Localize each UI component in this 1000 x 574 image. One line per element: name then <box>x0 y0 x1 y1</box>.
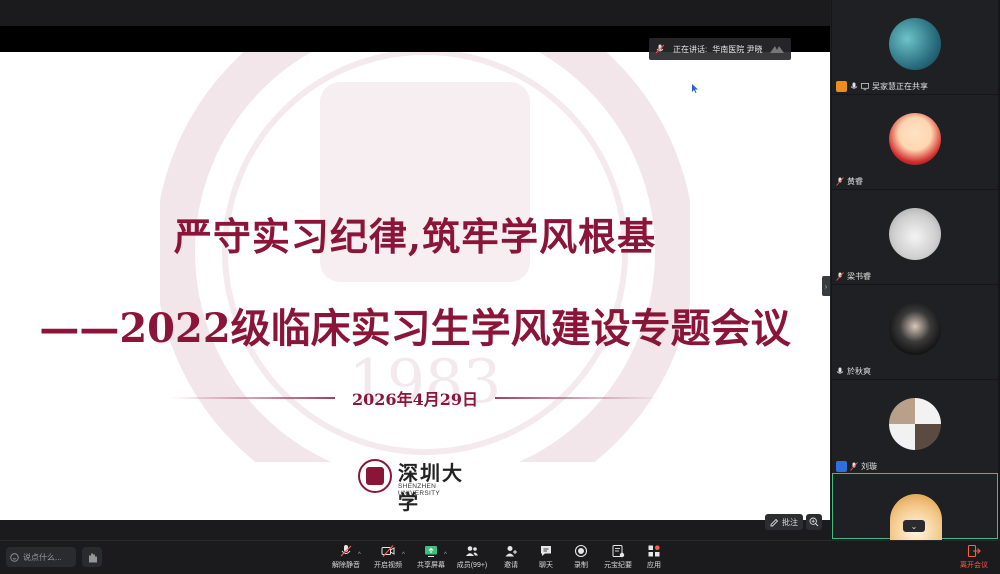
record-icon <box>574 544 588 558</box>
participant-name: 刘璇 <box>861 462 877 471</box>
annotate-label: 批注 <box>782 517 798 527</box>
participant-name: 黄睿 <box>847 177 863 186</box>
participant-name: 吴家慧正在共享 <box>872 82 928 91</box>
quick-chat-input[interactable]: 说点什么... <box>6 547 76 567</box>
sharing-badge-icon <box>836 81 847 92</box>
slide-title: 严守实习纪律,筑牢学风根基 <box>173 214 657 259</box>
speaking-indicator: 正在讲话: 华南医院 尹晓 <box>649 38 791 60</box>
meeting-toolbar: 说点什么... 解除静音 ^ 开启视频 ^ 共享屏幕 ^ 成员(99+) 邀请 <box>0 540 1000 574</box>
start-video-button[interactable]: 开启视频 <box>366 544 410 572</box>
audio-level-icon <box>770 46 784 53</box>
participant-tile[interactable]: 黄睿 <box>832 95 998 189</box>
participant-tile[interactable]: 吴家慧正在共享 <box>832 0 998 94</box>
zoom-in-icon <box>809 517 819 527</box>
toolbar-label: 录制 <box>574 562 588 569</box>
slide-frame: 1983 严守实习纪律,筑牢学风根基 ——2022级临床实习生学风建设专题会议 … <box>0 26 830 520</box>
chat-placeholder: 说点什么... <box>23 552 62 562</box>
toolbar-label: 邀请 <box>504 562 518 569</box>
participant-tile[interactable]: 梁书睿 <box>832 190 998 284</box>
participant-tile[interactable]: 刘璇 <box>832 380 998 474</box>
participant-name-row: 黄睿 <box>836 176 863 187</box>
zoom-button[interactable] <box>806 514 822 530</box>
top-bar <box>0 0 830 26</box>
slide-subtitle: ——2022级临床实习生学风建设专题会议 <box>39 305 791 352</box>
toolbar-label: 元宝纪要 <box>604 562 632 569</box>
toolbar-label: 聊天 <box>539 562 553 569</box>
university-logo: 深圳大学 SHENZHEN UNIVERSITY <box>358 457 478 514</box>
share-screen-icon <box>425 546 437 557</box>
participant-name-row: 刘璇 <box>836 461 877 472</box>
avatar <box>889 398 941 450</box>
chat-icon <box>541 546 551 556</box>
collapse-panel-handle[interactable]: › <box>822 276 830 296</box>
raise-hand-icon <box>88 552 97 563</box>
screen-share-icon <box>861 83 869 91</box>
participant-name: 於秋爽 <box>847 367 871 376</box>
presentation-slide: 1983 严守实习纪律,筑牢学风根基 ——2022级临床实习生学风建设专题会议 … <box>0 52 830 520</box>
raise-hand-button[interactable] <box>82 547 102 567</box>
speaking-label: 正在讲话: <box>673 44 708 54</box>
avatar <box>889 208 941 260</box>
scroll-down-button[interactable]: ⌄ <box>903 520 925 532</box>
share-screen-button[interactable]: 共享屏幕 <box>409 544 453 572</box>
mic-muted-icon <box>850 462 858 471</box>
apps-icon <box>648 545 660 557</box>
toolbar-label: 成员(99+) <box>456 562 488 569</box>
date-divider-right <box>495 397 660 399</box>
shared-screen-area: 1983 严守实习纪律,筑牢学风根基 ——2022级临床实习生学风建设专题会议 … <box>0 0 830 540</box>
leave-label: 离开会议 <box>960 562 988 569</box>
toolbar-label: 解除静音 <box>332 562 360 569</box>
audio-options-caret-icon[interactable]: ^ <box>358 552 361 558</box>
video-off-icon <box>381 545 395 557</box>
apps-button[interactable]: 应用 <box>632 544 676 572</box>
toolbar-label: 应用 <box>647 562 661 569</box>
participant-name-row: 於秋爽 <box>836 366 871 377</box>
emoji-icon <box>10 552 19 562</box>
mic-muted-icon <box>340 545 352 557</box>
unmute-button[interactable]: 解除静音 <box>324 544 368 572</box>
mouse-cursor-icon <box>692 84 698 93</box>
avatar <box>890 494 942 540</box>
members-icon <box>466 546 478 556</box>
share-options-caret-icon[interactable]: ^ <box>444 552 447 558</box>
avatar <box>889 113 941 165</box>
mic-on-icon <box>850 82 858 89</box>
participant-name: 梁书睿 <box>847 272 871 281</box>
pen-icon <box>770 518 779 526</box>
meeting-window: 1983 严守实习纪律,筑牢学风根基 ——2022级临床实习生学风建设专题会议 … <box>0 0 1000 574</box>
mic-muted-icon <box>836 177 844 186</box>
annotate-button[interactable]: 批注 <box>765 514 803 530</box>
mic-on-icon <box>836 367 844 374</box>
avatar <box>889 18 941 70</box>
participant-name-row: 吴家慧正在共享 <box>836 81 928 92</box>
leave-meeting-button[interactable]: 离开会议 <box>952 544 996 572</box>
toolbar-label: 开启视频 <box>374 562 402 569</box>
invite-icon <box>505 546 517 557</box>
summary-icon <box>612 545 625 558</box>
video-options-caret-icon[interactable]: ^ <box>402 552 405 558</box>
speaking-name: 华南医院 尹晓 <box>712 44 763 54</box>
participant-tile[interactable]: 於秋爽 <box>832 285 998 379</box>
university-name-en: SHENZHEN UNIVERSITY <box>398 483 441 497</box>
chevron-down-icon: ⌄ <box>910 521 918 531</box>
mic-muted-icon <box>836 272 844 281</box>
avatar <box>889 303 941 355</box>
chevron-right-icon: › <box>824 281 828 291</box>
speaker-mic-icon <box>655 44 665 54</box>
participant-name-row: 梁书睿 <box>836 271 871 282</box>
university-seal-icon <box>358 459 392 493</box>
members-button[interactable]: 成员(99+) <box>450 544 494 572</box>
host-badge-icon <box>836 461 847 472</box>
date-row: 2026年4月29日 <box>170 384 660 414</box>
toolbar-label: 共享屏幕 <box>417 562 445 569</box>
leave-icon <box>967 544 981 558</box>
